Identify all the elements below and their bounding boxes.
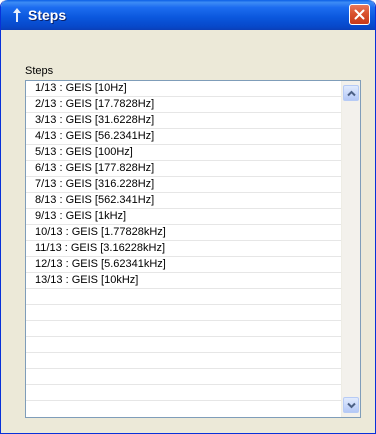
list-item[interactable]: 11/13 : GEIS [3.16228kHz]: [26, 241, 341, 257]
window-title: Steps: [28, 7, 67, 23]
list-item[interactable]: 7/13 : GEIS [316.228Hz]: [26, 177, 341, 193]
list-item[interactable]: 12/13 : GEIS [5.62341kHz]: [26, 257, 341, 273]
list-item[interactable]: 10/13 : GEIS [1.77828kHz]: [26, 225, 341, 241]
list-item[interactable]: 9/13 : GEIS [1kHz]: [26, 209, 341, 225]
steps-list: 1/13 : GEIS [10Hz] 2/13 : GEIS [17.7828Hz…: [26, 81, 341, 401]
empty-list-row[interactable]: [26, 305, 341, 321]
vertical-scrollbar[interactable]: [341, 81, 360, 417]
steps-listbox[interactable]: 1/13 : GEIS [10Hz] 2/13 : GEIS [17.7828Hz…: [25, 80, 361, 418]
empty-list-row[interactable]: [26, 353, 341, 369]
list-item[interactable]: 2/13 : GEIS [17.7828Hz]: [26, 97, 341, 113]
steps-label: Steps: [25, 65, 54, 77]
list-item[interactable]: 1/13 : GEIS [10Hz]: [26, 81, 341, 97]
empty-list-row[interactable]: [26, 337, 341, 353]
empty-list-row[interactable]: [26, 321, 341, 337]
list-item[interactable]: 13/13 : GEIS [10kHz]: [26, 273, 341, 289]
list-item[interactable]: 4/13 : GEIS [56.2341Hz]: [26, 129, 341, 145]
scroll-down-button[interactable]: [343, 397, 359, 413]
close-button[interactable]: [349, 4, 370, 25]
steps-window: Steps Steps 1/13 : GEIS [10Hz] 2/13 : GEI…: [0, 0, 376, 434]
empty-list-row[interactable]: [26, 289, 341, 305]
list-item[interactable]: 5/13 : GEIS [100Hz]: [26, 145, 341, 161]
list-item[interactable]: 6/13 : GEIS [177.828Hz]: [26, 161, 341, 177]
empty-list-row[interactable]: [26, 385, 341, 401]
empty-list-row[interactable]: [26, 369, 341, 385]
list-item[interactable]: 3/13 : GEIS [31.6228Hz]: [26, 113, 341, 129]
scroll-up-button[interactable]: [343, 85, 359, 101]
title-bar[interactable]: Steps: [1, 0, 375, 30]
list-item[interactable]: 8/13 : GEIS [562.341Hz]: [26, 193, 341, 209]
arrow-icon: [11, 7, 23, 23]
